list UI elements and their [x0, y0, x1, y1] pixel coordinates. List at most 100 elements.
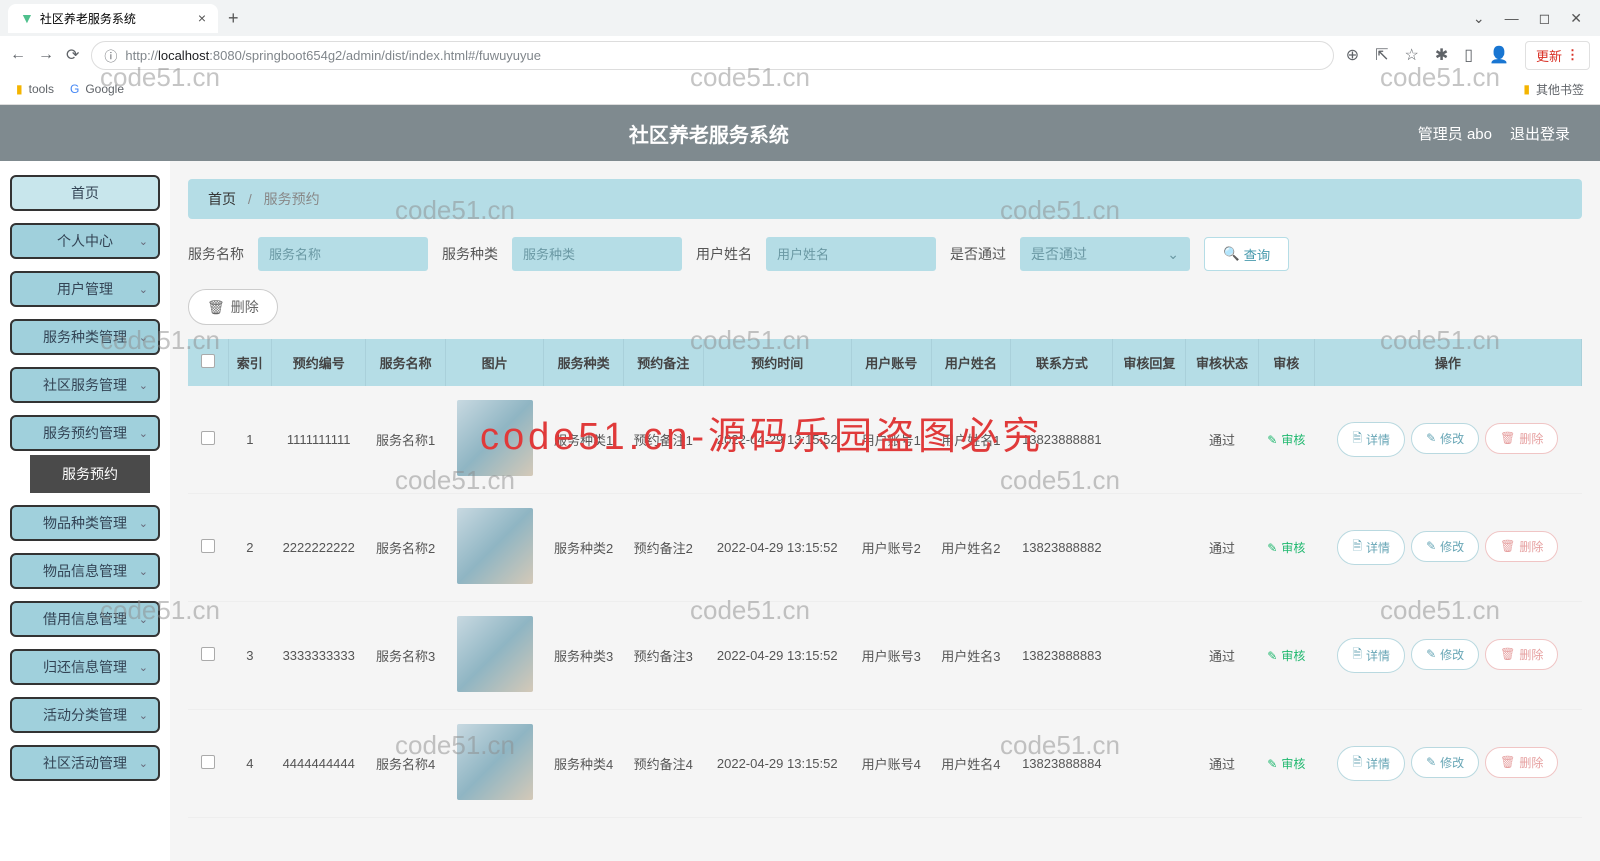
- row-checkbox[interactable]: [201, 431, 215, 445]
- sidebar-item-1[interactable]: 个人中心⌄: [10, 223, 160, 259]
- cell: 预约备注3: [623, 602, 703, 710]
- chevron-down-icon[interactable]: ⌄: [1473, 10, 1485, 27]
- filter-select-pass[interactable]: 是否通过⌄: [1020, 237, 1190, 271]
- sidebar-sub-active[interactable]: 服务预约: [30, 455, 150, 493]
- delete-button[interactable]: 🗑删除: [1485, 423, 1558, 454]
- sidebar-item-6[interactable]: 物品种类管理⌄: [10, 505, 160, 541]
- batch-delete-button[interactable]: 🗑删除: [188, 289, 278, 325]
- col-header: 预约备注: [623, 339, 703, 386]
- audit-link[interactable]: ✎审核: [1267, 539, 1305, 556]
- url-input[interactable]: ⓘ http://localhost:8080/springboot654g2/…: [91, 41, 1333, 70]
- edit-button[interactable]: ✎修改: [1411, 531, 1479, 562]
- row-checkbox[interactable]: [201, 647, 215, 661]
- cell: 服务名称4: [366, 710, 446, 818]
- star-icon[interactable]: ☆: [1405, 45, 1419, 65]
- col-header: 用户账号: [851, 339, 931, 386]
- search-page-icon[interactable]: ⊕: [1346, 45, 1359, 65]
- detail-button[interactable]: 🗎详情: [1337, 530, 1405, 565]
- detail-button[interactable]: 🗎详情: [1337, 638, 1405, 673]
- logout-link[interactable]: 退出登录: [1510, 123, 1570, 144]
- reload-icon[interactable]: ⟳: [66, 45, 79, 65]
- filter-input-name[interactable]: [258, 237, 428, 271]
- forward-icon[interactable]: →: [38, 46, 54, 64]
- update-button[interactable]: 更新 ⋮: [1525, 41, 1590, 70]
- delete-button[interactable]: 🗑删除: [1485, 639, 1558, 670]
- edit-icon: ✎: [1267, 757, 1277, 771]
- col-header: 预约编号: [272, 339, 366, 386]
- detail-button[interactable]: 🗎详情: [1337, 422, 1405, 457]
- chevron-down-icon: ⌄: [139, 283, 148, 296]
- row-checkbox[interactable]: [201, 539, 215, 553]
- delete-button[interactable]: 🗑删除: [1485, 747, 1558, 778]
- sidebar-item-4[interactable]: 社区服务管理⌄: [10, 367, 160, 403]
- back-icon[interactable]: ←: [10, 46, 26, 64]
- detail-button[interactable]: 🗎详情: [1337, 746, 1405, 781]
- row-checkbox[interactable]: [201, 755, 215, 769]
- new-tab-icon[interactable]: +: [228, 8, 239, 29]
- bookmark-google[interactable]: GGoogle: [70, 82, 124, 96]
- sidebar-item-0[interactable]: 首页: [10, 175, 160, 211]
- sidebar-item-5[interactable]: 服务预约管理⌄: [10, 415, 160, 451]
- current-user[interactable]: 管理员 abo: [1418, 123, 1492, 144]
- cell: 通过: [1186, 494, 1259, 602]
- browser-chrome: ▼ 社区养老服务系统 × + ⌄ — ◻ ✕ ← → ⟳ ⓘ http://lo…: [0, 0, 1600, 105]
- filter-label-name: 服务名称: [188, 244, 244, 264]
- filter-input-kind[interactable]: [512, 237, 682, 271]
- extensions-icon[interactable]: ✱: [1435, 45, 1448, 65]
- browser-tab[interactable]: ▼ 社区养老服务系统 ×: [8, 4, 218, 33]
- delete-button[interactable]: 🗑删除: [1485, 531, 1558, 562]
- select-all-checkbox[interactable]: [201, 354, 215, 368]
- btn-icon: 🗎: [1352, 645, 1362, 666]
- cell: 通过: [1186, 602, 1259, 710]
- cell: 用户账号4: [851, 710, 931, 818]
- audit-link[interactable]: ✎审核: [1267, 431, 1305, 448]
- main-content: 首页 / 服务预约 服务名称 服务种类 用户姓名 是否通过 是否通过⌄ 🔍查询 …: [170, 161, 1600, 861]
- edit-button[interactable]: ✎修改: [1411, 639, 1479, 670]
- maximize-icon[interactable]: ◻: [1539, 10, 1551, 27]
- tab-title: 社区养老服务系统: [40, 10, 136, 27]
- filter-input-user[interactable]: [766, 237, 936, 271]
- cell: 通过: [1186, 386, 1259, 494]
- col-header: 服务种类: [544, 339, 624, 386]
- audit-link[interactable]: ✎审核: [1267, 647, 1305, 664]
- sidebar-item-10[interactable]: 活动分类管理⌄: [10, 697, 160, 733]
- edit-button[interactable]: ✎修改: [1411, 423, 1479, 454]
- breadcrumb-home[interactable]: 首页: [208, 191, 236, 207]
- edit-button[interactable]: ✎修改: [1411, 747, 1479, 778]
- chevron-down-icon: ⌄: [139, 379, 148, 392]
- data-table: 索引预约编号服务名称图片服务种类预约备注预约时间用户账号用户姓名联系方式审核回复…: [188, 339, 1582, 818]
- btn-icon: 🗑: [1500, 647, 1515, 661]
- col-header: 审核状态: [1186, 339, 1259, 386]
- cell: 3: [228, 602, 272, 710]
- chevron-down-icon: ⌄: [1167, 246, 1179, 263]
- filter-label-kind: 服务种类: [442, 244, 498, 264]
- sidebar-item-11[interactable]: 社区活动管理⌄: [10, 745, 160, 781]
- folder-icon: ▮: [16, 82, 23, 96]
- profile-icon[interactable]: 👤: [1489, 45, 1509, 65]
- close-icon[interactable]: ×: [198, 10, 206, 26]
- row-thumbnail: [457, 724, 533, 800]
- sidebar-item-7[interactable]: 物品信息管理⌄: [10, 553, 160, 589]
- close-window-icon[interactable]: ✕: [1570, 10, 1582, 27]
- btn-icon: ✎: [1426, 647, 1436, 661]
- cell: 13823888881: [1011, 386, 1113, 494]
- table-row: 33333333333服务名称3服务种类3预约备注32022-04-29 13:…: [188, 602, 1582, 710]
- bookmark-tools[interactable]: ▮tools: [16, 82, 54, 96]
- col-header: 图片: [445, 339, 543, 386]
- sidebar-item-9[interactable]: 归还信息管理⌄: [10, 649, 160, 685]
- cell: 2222222222: [272, 494, 366, 602]
- audit-link[interactable]: ✎审核: [1267, 755, 1305, 772]
- minimize-icon[interactable]: —: [1505, 10, 1519, 27]
- window-controls: ⌄ — ◻ ✕: [1473, 10, 1592, 27]
- btn-icon: 🗎: [1352, 753, 1362, 774]
- sidebar-item-8[interactable]: 借用信息管理⌄: [10, 601, 160, 637]
- cell: 用户姓名1: [931, 386, 1011, 494]
- side-panel-icon[interactable]: ▯: [1464, 45, 1473, 65]
- share-icon[interactable]: ⇱: [1375, 45, 1388, 65]
- sidebar-item-2[interactable]: 用户管理⌄: [10, 271, 160, 307]
- cell: 服务名称3: [366, 602, 446, 710]
- other-bookmarks[interactable]: ▮其他书签: [1523, 81, 1584, 98]
- search-button[interactable]: 🔍查询: [1204, 237, 1289, 271]
- sidebar-item-3[interactable]: 服务种类管理⌄: [10, 319, 160, 355]
- btn-icon: ✎: [1426, 539, 1436, 553]
